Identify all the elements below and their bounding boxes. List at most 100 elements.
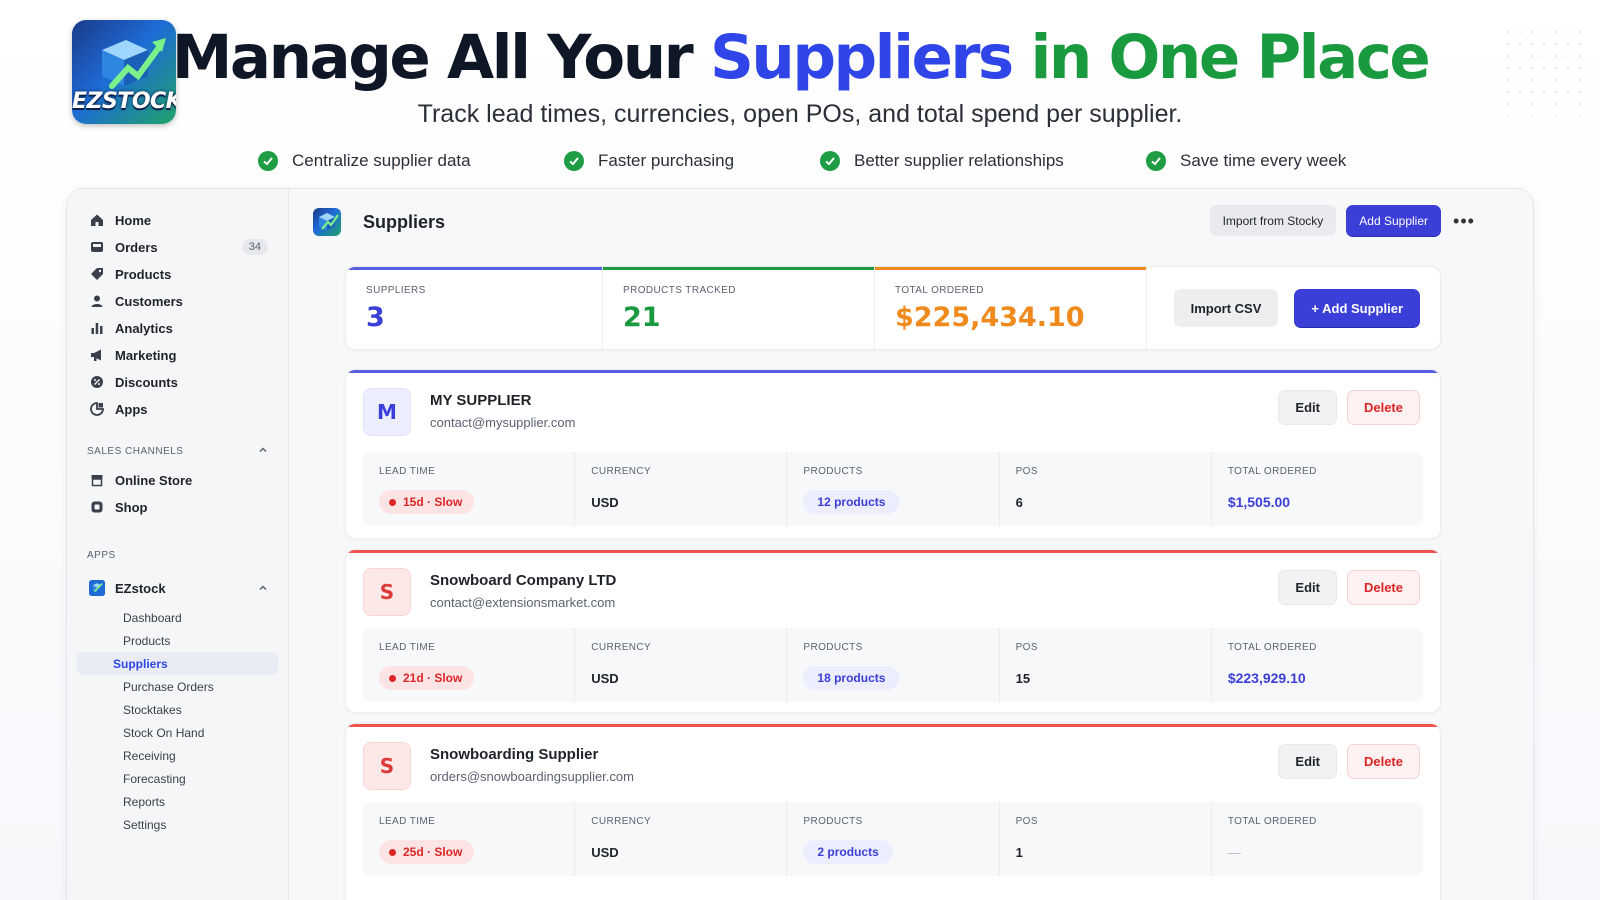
discount-icon: [89, 374, 105, 390]
check-circle-icon: [564, 151, 584, 171]
sidebar-item-label: EZstock: [115, 580, 166, 596]
supplier-name: MY SUPPLIER: [430, 392, 532, 409]
ezstock-app-icon: [313, 208, 341, 236]
sidebar-item-marketing[interactable]: Marketing: [67, 342, 288, 368]
meta-currency: CURRENCY USD: [575, 452, 788, 526]
meta-label: PRODUCTS: [803, 466, 863, 477]
products-badge[interactable]: 2 products: [803, 840, 893, 864]
hero-title-part3: in One Place: [1011, 22, 1430, 93]
header-actions: Import from Stocky Add Supplier: [1209, 205, 1441, 236]
store-icon: [89, 472, 105, 488]
sidebar-item-analytics[interactable]: Analytics: [67, 315, 288, 341]
sidebar-item-label: Orders: [115, 239, 158, 255]
card-actions: Edit Delete: [1278, 570, 1420, 605]
sidebar-item-discounts[interactable]: Discounts: [67, 369, 288, 395]
status-dot-icon: [389, 848, 396, 856]
meta-label: PRODUCTS: [803, 642, 863, 653]
supplier-card: S Snowboard Company LTD contact@extensio…: [345, 549, 1441, 713]
meta-label: TOTAL ORDERED: [1227, 642, 1317, 653]
sidebar-subitem-stock-on-hand[interactable]: Stock On Hand: [77, 721, 278, 744]
supplier-metadata: LEAD TIME 21d · Slow CURRENCY USD PRODUC…: [363, 628, 1423, 702]
card-actions: Edit Delete: [1278, 390, 1420, 425]
check-circle-icon: [820, 151, 840, 171]
sales-channels-header[interactable]: SALES CHANNELS: [67, 441, 288, 461]
pos-value: 15: [1015, 670, 1031, 686]
benefit-label: Faster purchasing: [598, 151, 735, 170]
delete-button[interactable]: Delete: [1346, 390, 1420, 425]
meta-value: 25d · Slow: [379, 840, 558, 864]
edit-button[interactable]: Edit: [1278, 390, 1337, 425]
avatar: S: [363, 742, 411, 790]
sidebar-subitem-dashboard[interactable]: Dashboard: [77, 606, 278, 629]
hero-title-part2: Suppliers: [709, 22, 1014, 93]
sidebar-item-orders[interactable]: Orders 34: [67, 234, 288, 260]
avatar: S: [363, 568, 411, 616]
meta-label: TOTAL ORDERED: [1227, 466, 1317, 477]
stat-label: TOTAL ORDERED: [895, 285, 984, 296]
check-circle-icon: [258, 151, 278, 171]
sidebar-subitem-settings[interactable]: Settings: [77, 813, 278, 836]
card-actions: Edit Delete: [1278, 744, 1420, 779]
currency-value: USD: [591, 844, 619, 860]
page-header: Suppliers Import from Stocky Add Supplie…: [289, 189, 1533, 255]
sidebar-item-home[interactable]: Home: [67, 207, 288, 233]
section-label: APPS: [87, 549, 116, 561]
meta-label: LEAD TIME: [379, 642, 436, 653]
sidebar-item-shop[interactable]: Shop: [67, 494, 288, 520]
sidebar-item-apps[interactable]: Apps: [67, 396, 288, 422]
meta-label: PRODUCTS: [803, 816, 863, 827]
sidebar-subitem-forecasting[interactable]: Forecasting: [77, 767, 278, 790]
sidebar-subitem-products[interactable]: Products: [77, 629, 278, 652]
stat-label: PRODUCTS TRACKED: [623, 285, 736, 296]
lead-time-text: 21d · Slow: [403, 671, 463, 685]
sidebar-subitem-receiving[interactable]: Receiving: [77, 744, 278, 767]
more-options-icon[interactable]: •••: [1449, 209, 1479, 233]
sidebar-item-ezstock[interactable]: EZstock: [67, 575, 288, 601]
sidebar-item-products[interactable]: Products: [67, 261, 288, 287]
supplier-email: contact@extensionsmarket.com: [430, 595, 616, 610]
meta-lead-time: LEAD TIME 21d · Slow: [363, 628, 576, 702]
sidebar-subitem-suppliers[interactable]: Suppliers: [77, 652, 278, 675]
edit-button[interactable]: Edit: [1278, 744, 1337, 779]
sidebar-item-label: Home: [115, 212, 152, 228]
sidebar-item-label: Shop: [115, 499, 148, 515]
stat-total-ordered: TOTAL ORDERED $225,434.10: [875, 267, 1147, 349]
page-title: Suppliers: [363, 211, 446, 232]
home-icon: [89, 212, 105, 228]
sidebar-item-customers[interactable]: Customers: [67, 288, 288, 314]
delete-button[interactable]: Delete: [1346, 570, 1420, 605]
products-badge[interactable]: 18 products: [803, 666, 900, 690]
sidebar-subitem-purchase-orders[interactable]: Purchase Orders: [77, 675, 278, 698]
import-csv-button[interactable]: Import CSV: [1173, 289, 1279, 327]
add-supplier-header-button[interactable]: Add Supplier: [1346, 205, 1441, 236]
edit-button[interactable]: Edit: [1278, 570, 1337, 605]
stat-accent-bar: [875, 267, 1146, 270]
sidebar-item-label: Apps: [115, 401, 148, 417]
stat-value: $225,434.10: [895, 302, 1085, 333]
products-badge[interactable]: 12 products: [803, 490, 900, 514]
meta-label: CURRENCY: [591, 466, 652, 477]
ezstock-app-icon: [89, 580, 105, 596]
sidebar-item-online-store[interactable]: Online Store: [67, 467, 288, 493]
lead-time-badge: 15d · Slow: [379, 490, 475, 514]
benefit-item: Save time every week: [1146, 148, 1366, 174]
meta-value: 12 products: [803, 490, 982, 514]
sidebar-subitem-stocktakes[interactable]: Stocktakes: [77, 698, 278, 721]
status-dot-icon: [389, 498, 396, 506]
meta-pos: POS 1: [1000, 802, 1212, 876]
pos-value: 6: [1015, 494, 1023, 510]
main-content: Suppliers Import from Stocky Add Supplie…: [289, 189, 1533, 900]
supplier-metadata: LEAD TIME 25d · Slow CURRENCY USD PRODUC…: [363, 802, 1423, 876]
meta-label: POS: [1015, 816, 1038, 827]
supplier-metadata: LEAD TIME 15d · Slow CURRENCY USD PRODUC…: [363, 452, 1423, 526]
currency-value: USD: [591, 670, 619, 686]
sidebar-subitem-reports[interactable]: Reports: [77, 790, 278, 813]
meta-currency: CURRENCY USD: [575, 628, 788, 702]
delete-button[interactable]: Delete: [1346, 744, 1420, 779]
add-supplier-button[interactable]: + Add Supplier: [1294, 289, 1420, 327]
meta-pos: POS 15: [1000, 628, 1212, 702]
chevron-up-icon: [258, 445, 268, 458]
import-from-stocky-button[interactable]: Import from Stocky: [1209, 205, 1337, 236]
meta-lead-time: LEAD TIME 15d · Slow: [363, 452, 576, 526]
chevron-up-icon: [258, 581, 268, 596]
